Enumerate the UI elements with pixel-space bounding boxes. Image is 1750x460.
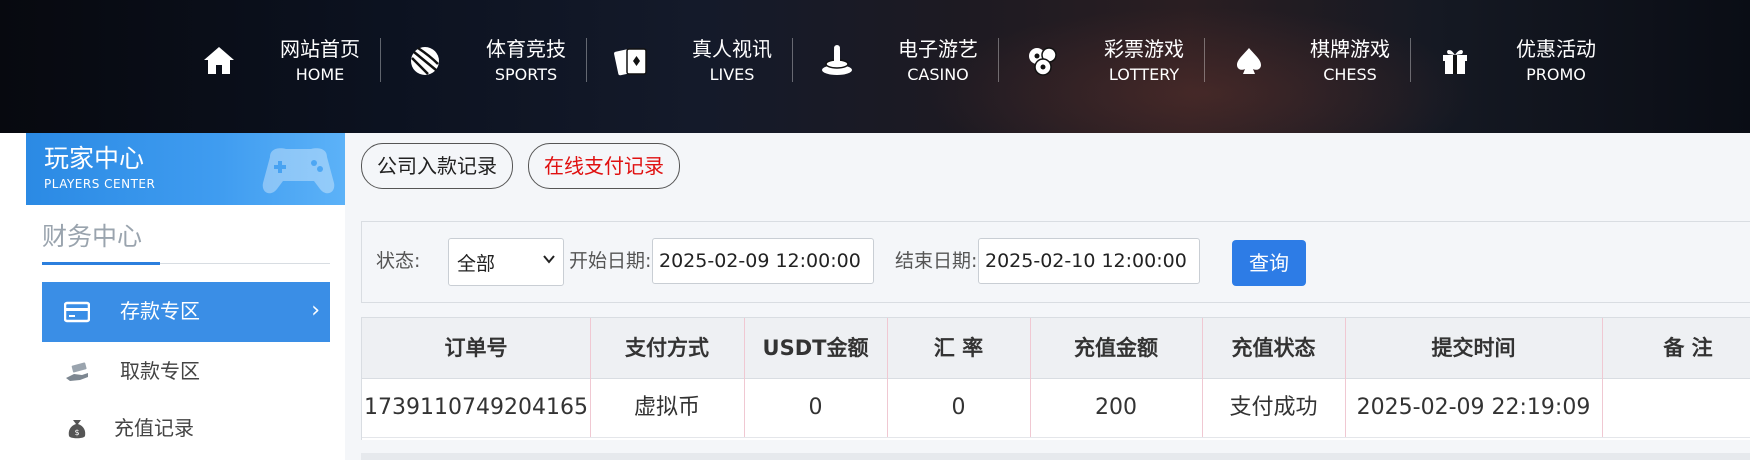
header-submit-time: 提交时间 — [1431, 336, 1516, 360]
gamepad-icon — [262, 148, 335, 194]
filter-bar: 状态: 全部 开始日期: 结束日期: 查询 — [361, 221, 1750, 303]
nav-item-sports[interactable]: 体育竞技 SPORTS — [406, 36, 596, 90]
cell-recharge-status: 支付成功 — [1229, 395, 1318, 420]
sidebar-item-label: 充值记录 — [114, 416, 194, 440]
basketball-icon — [411, 46, 439, 75]
lottery-balls-icon — [1029, 47, 1057, 76]
row-divider — [362, 437, 1750, 438]
nav-label-cn: 优惠活动 — [1516, 37, 1596, 61]
nav-label-cn: 棋牌游戏 — [1310, 37, 1390, 61]
nav-item-lottery[interactable]: 彩票游戏 LOTTERY — [1024, 36, 1214, 90]
tab-company-deposit-records[interactable]: 公司入款记录 — [361, 143, 513, 189]
nav-item-casino[interactable]: 电子游艺 CASINO — [818, 36, 1008, 90]
column-divider — [1202, 318, 1203, 437]
column-divider — [744, 318, 745, 437]
header-exchange-rate: 汇 率 — [933, 336, 984, 360]
nav-divider — [792, 38, 793, 82]
header-recharge-status: 充值状态 — [1231, 336, 1316, 360]
column-divider — [590, 318, 591, 437]
nav-item-promo[interactable]: 优惠活动 PROMO — [1436, 36, 1626, 90]
status-select[interactable]: 全部 — [448, 238, 564, 286]
top-navigation-bar: 网站首页 HOME 体育竞技 SPORTS 真人视讯 LIVES 电子游艺 CA… — [0, 0, 1750, 133]
players-center-subtitle: PLAYERS CENTER — [44, 177, 156, 191]
nav-label-cn: 电子游艺 — [898, 37, 978, 61]
start-date-label: 开始日期: — [569, 250, 652, 272]
header-order-id: 订单号 — [444, 336, 508, 360]
slot-machine-icon — [822, 45, 852, 75]
chevron-right-icon: › — [311, 298, 320, 323]
column-divider — [1030, 318, 1031, 437]
nav-divider — [1410, 38, 1411, 82]
end-date-input[interactable] — [978, 238, 1200, 284]
nav-item-chess[interactable]: 棋牌游戏 CHESS — [1230, 36, 1420, 90]
cell-submit-time: 2025-02-09 22:19:09 — [1356, 395, 1591, 420]
records-table: 订单号 支付方式 USDT金额 汇 率 充值金额 充值状态 提交时间 备 注 1… — [361, 317, 1750, 440]
money-bag-icon: $ — [68, 420, 86, 439]
header-payment-method: 支付方式 — [625, 336, 709, 360]
column-divider — [887, 318, 888, 437]
header-usdt-amount: USDT金额 — [762, 336, 869, 360]
tab-online-payment-records[interactable]: 在线支付记录 — [528, 143, 680, 189]
finance-center-title: 财务中心 — [42, 222, 143, 251]
withdraw-hand-icon — [66, 362, 88, 381]
home-icon — [204, 47, 234, 74]
players-center-title: 玩家中心 — [44, 144, 145, 173]
svg-text:$: $ — [74, 428, 79, 437]
chevron-down-icon — [543, 255, 555, 264]
main-content: 公司入款记录 在线支付记录 状态: 全部 开始日期: 结束日期: 查询 订单号 … — [345, 133, 1750, 460]
cell-payment-method: 虚拟币 — [633, 395, 700, 420]
nav-label-en: PROMO — [1526, 65, 1586, 84]
nav-label-cn: 彩票游戏 — [1104, 37, 1184, 61]
nav-item-home[interactable]: 网站首页 HOME — [200, 36, 390, 90]
nav-label-en: HOME — [295, 65, 345, 84]
cell-usdt-amount: 0 — [808, 395, 823, 420]
nav-divider — [998, 38, 999, 82]
spade-icon — [1237, 48, 1261, 74]
nav-label-en: LIVES — [709, 65, 755, 84]
end-date-label: 结束日期: — [895, 250, 978, 272]
nav-divider — [586, 38, 587, 82]
nav-divider — [1204, 38, 1205, 82]
sidebar: 玩家中心 PLAYERS CENTER 财务中心 存款专区 › 取款专区 $ 充… — [26, 133, 345, 460]
column-divider — [1602, 318, 1603, 437]
pagination-strip — [361, 453, 1750, 460]
cell-recharge-amount: 200 — [1095, 395, 1137, 420]
playing-cards-icon — [614, 48, 647, 76]
status-label: 状态: — [376, 250, 421, 272]
sidebar-item-withdraw[interactable]: 取款专区 — [42, 342, 330, 402]
sidebar-item-deposit[interactable]: 存款专区 › — [42, 282, 330, 342]
nav-label-en: CASINO — [907, 65, 969, 84]
nav-label-cn: 体育竞技 — [486, 37, 566, 61]
gift-icon — [1443, 49, 1467, 74]
cell-exchange-rate: 0 — [951, 395, 966, 420]
column-divider — [1345, 318, 1346, 437]
nav-label-en: LOTTERY — [1108, 65, 1180, 84]
sidebar-item-label: 存款专区 — [120, 299, 200, 323]
query-button[interactable]: 查询 — [1232, 240, 1306, 286]
sidebar-item-label: 取款专区 — [120, 359, 200, 383]
sidebar-item-recharge-records[interactable]: $ 充值记录 — [42, 399, 330, 459]
nav-item-lives[interactable]: 真人视讯 LIVES — [612, 36, 802, 90]
status-select-value: 全部 — [457, 253, 496, 275]
cell-remarks — [1602, 379, 1750, 437]
deposit-card-icon — [64, 301, 90, 323]
nav-label-cn: 网站首页 — [280, 37, 360, 61]
header-recharge-amount: 充值金额 — [1074, 336, 1158, 360]
header-remarks: 备 注 — [1663, 336, 1713, 360]
nav-label-en: SPORTS — [494, 65, 558, 84]
cell-order-id: 1739110749204165 — [364, 395, 588, 420]
nav-divider — [380, 38, 381, 82]
start-date-input[interactable] — [652, 238, 874, 284]
nav-label-cn: 真人视讯 — [692, 37, 772, 61]
nav-label-en: CHESS — [1323, 65, 1377, 84]
section-underline — [42, 262, 160, 265]
players-center-header: 玩家中心 PLAYERS CENTER — [26, 133, 345, 205]
